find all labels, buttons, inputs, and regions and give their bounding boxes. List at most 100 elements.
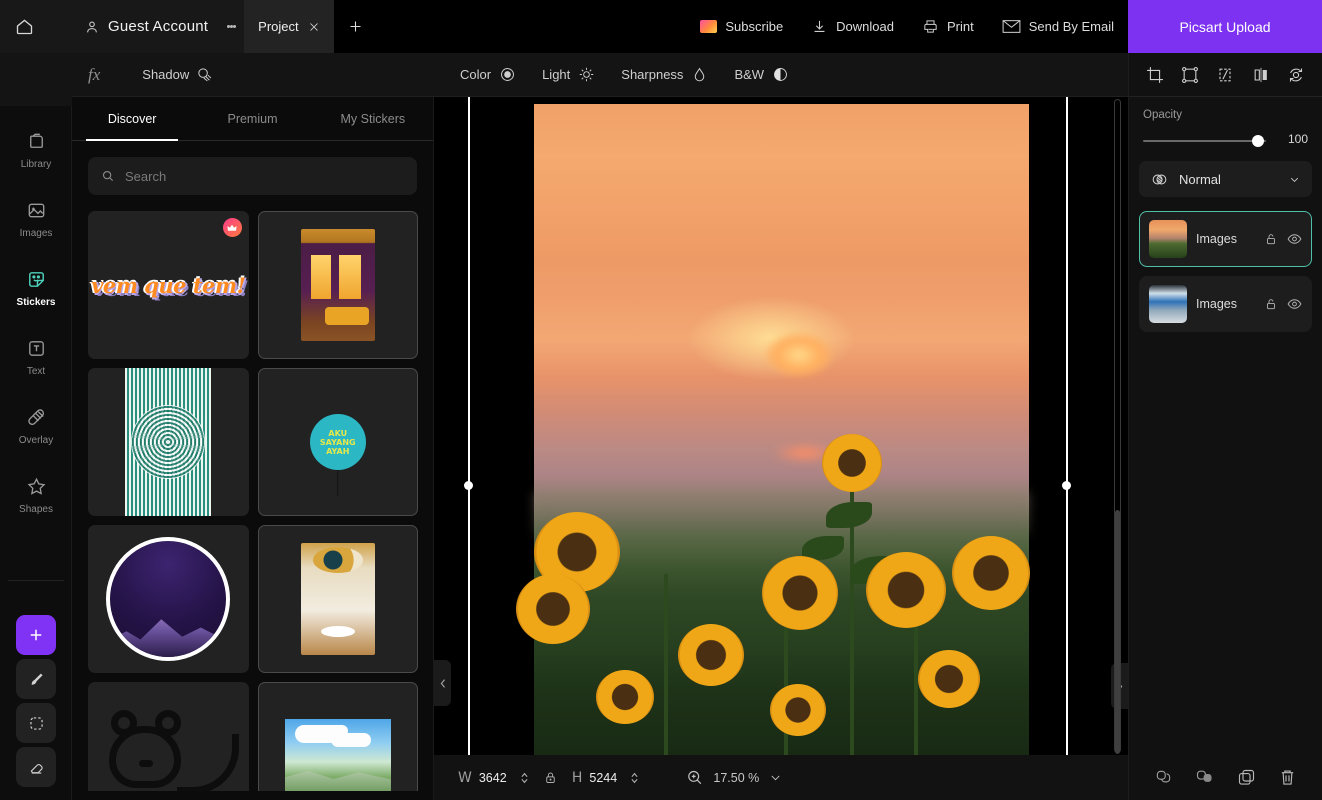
search-box[interactable] [88,157,417,195]
add-tool-button[interactable] [16,615,56,655]
print-button[interactable]: Print [908,0,988,53]
send-by-email-button[interactable]: Send By Email [988,0,1128,53]
email-icon [1002,20,1021,33]
shapes-icon [27,477,45,495]
sidebar-item-text[interactable]: Text [0,322,72,391]
fx-label: fx [88,64,101,84]
sunflower [770,684,826,736]
chevron-down-icon[interactable] [768,770,783,785]
shadow-button[interactable]: Shadow [142,66,213,83]
account-zone: Guest Account [0,0,245,53]
subscribe-button[interactable]: Subscribe [686,0,797,53]
picsart-upload-button[interactable]: Picsart Upload [1128,0,1322,53]
selection-tool-button[interactable] [16,703,56,743]
sticker-night-mountain[interactable] [88,525,249,673]
merge-down-button[interactable] [1152,766,1176,790]
account-menu-button[interactable] [218,0,244,53]
crown-icon [227,224,237,231]
sticker-vem-que-tem[interactable]: vem que tem! [88,211,249,359]
subscribe-label: Subscribe [725,19,784,34]
unlock-icon [1266,299,1275,310]
opacity-slider[interactable]: 100 [1143,132,1308,147]
download-icon [814,20,825,32]
sidebar-item-shapes[interactable]: Shapes [0,460,72,529]
combine-button[interactable] [1193,766,1217,790]
tab-premium[interactable]: Premium [192,97,312,140]
height-stepper[interactable] [630,771,639,785]
close-icon[interactable] [308,21,320,33]
adjust-sharpness-button[interactable]: Sharpness [621,66,708,84]
rotate-tool-button[interactable] [1283,62,1309,88]
selection-guide-right[interactable] [1066,97,1068,755]
eye-icon [1287,234,1302,244]
search-input[interactable] [125,168,404,184]
lock-icon[interactable] [1263,232,1278,246]
sidebar-item-images[interactable]: Images [0,184,72,253]
adjust-light-button[interactable]: Light [542,66,595,83]
sticker-aku-sayang-ayah[interactable]: AKU SAYANG AYAH [257,368,418,516]
width-field[interactable]: W 3642 [458,770,529,786]
canvas-vertical-scrollbar[interactable] [1114,99,1121,754]
selection-handle-left[interactable] [464,481,473,490]
visibility-icon[interactable] [1287,297,1302,311]
blend-mode-select[interactable]: Normal [1139,161,1312,197]
lock-icon[interactable] [1263,297,1278,311]
free-transform-tool-button[interactable] [1212,62,1238,88]
scrollbar-thumb[interactable] [1115,510,1120,754]
adjust-bw-button[interactable]: B&W [734,66,789,83]
rail-top-spacer [0,53,72,106]
sticker-moire-pattern[interactable] [88,368,249,516]
sticker-label: AKU SAYANG AYAH [319,428,356,456]
zoom-control[interactable]: 17.50 % [685,768,783,787]
adjust-color-button[interactable]: Color [460,66,516,83]
home-button[interactable] [0,0,48,53]
brush-tool-button[interactable] [16,659,56,699]
crop-tool-button[interactable] [1142,62,1168,88]
header-actions: Subscribe Download Print Send By Email P… [686,0,1322,53]
tab-discover-label: Discover [107,111,157,126]
left-rail: Library Images Stickers Text Overlay Sha… [0,53,72,800]
duplicate-button[interactable] [1234,766,1258,790]
height-field[interactable]: H 5244 [572,770,640,786]
layer-row-1[interactable]: Images [1139,211,1312,267]
opacity-knob[interactable] [1252,135,1264,147]
sidebar-item-overlay[interactable]: Overlay [0,391,72,460]
collapse-left-panel-button[interactable] [434,660,451,706]
sticker-bear-outline[interactable] [88,682,249,791]
tab-project[interactable]: Project [244,0,334,53]
layer-action-bar [1128,755,1322,800]
blend-mode-value: Normal [1179,171,1221,187]
sticker-purple-room[interactable] [257,211,418,359]
width-value[interactable]: 3642 [479,771,513,785]
zoom-value: 17.50 % [713,770,760,785]
canvas-area[interactable] [434,97,1128,755]
width-stepper[interactable] [520,771,529,785]
aspect-lock-button[interactable] [543,770,558,785]
sticker-sky-landscape[interactable] [257,682,418,791]
height-value[interactable]: 5244 [589,771,623,785]
tab-my-stickers[interactable]: My Stickers [313,97,433,140]
sticker-golden-hall[interactable] [257,525,418,673]
new-tab-button[interactable] [334,0,378,53]
right-panel: Opacity 100 Normal Images Images [1128,53,1322,755]
transform-tool-button[interactable] [1177,62,1203,88]
layer-thumbnail [1149,285,1187,323]
delete-button[interactable] [1275,766,1299,790]
flip-tool-button[interactable] [1248,62,1274,88]
selection-handle-right[interactable] [1062,481,1071,490]
canvas-image-sunflower-sunset[interactable] [516,104,1030,755]
sidebar-item-stickers[interactable]: Stickers [0,253,72,322]
download-button[interactable]: Download [797,0,908,53]
layer-name: Images [1196,297,1237,311]
visibility-icon[interactable] [1287,232,1302,246]
account-button[interactable]: Guest Account [48,0,218,53]
sidebar-item-images-label: Images [19,227,53,239]
selection-guide-left[interactable] [468,97,470,755]
sticker-artwork [93,696,243,791]
sunflower [918,650,980,708]
eraser-tool-button[interactable] [16,747,56,787]
layer-row-2[interactable]: Images [1139,276,1312,332]
tab-discover[interactable]: Discover [72,97,192,141]
sidebar-item-library[interactable]: Library [0,115,72,184]
user-icon [87,21,97,32]
